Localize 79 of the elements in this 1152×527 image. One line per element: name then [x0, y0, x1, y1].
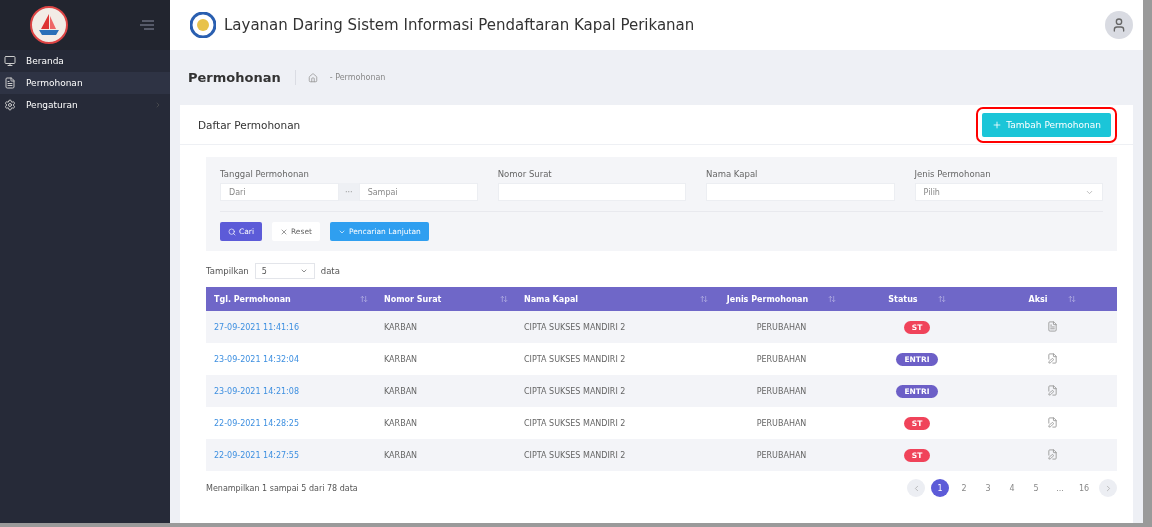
page-button[interactable]: 1 — [931, 479, 949, 497]
breadcrumb: - Permohonan — [329, 73, 386, 82]
date-link[interactable]: 23-09-2021 14:21:08 — [214, 386, 299, 396]
field-label: Nomor Surat — [497, 169, 553, 179]
field-label: Tanggal Permohonan — [220, 169, 310, 179]
column-header[interactable]: Tgl. Permohonan — [206, 287, 376, 311]
table-cell: PERUBAHAN — [716, 407, 847, 439]
page-button[interactable]: 4 — [1003, 479, 1021, 497]
page-button[interactable]: ... — [1051, 479, 1069, 497]
document-icon[interactable] — [1046, 320, 1058, 332]
edit-icon[interactable] — [1046, 416, 1058, 428]
sidebar-item[interactable]: Beranda — [0, 50, 170, 72]
field-label: Nama Kapal — [706, 169, 759, 179]
app-title: Layanan Daring Sistem Informasi Pendaftaran Kapal Perikanan — [224, 16, 696, 34]
date-link[interactable]: 23-09-2021 14:32:04 — [214, 354, 299, 364]
page-size-select[interactable]: 5 — [254, 263, 315, 279]
field-label: Jenis Permohonan — [914, 169, 992, 179]
page-button[interactable]: 3 — [979, 479, 997, 497]
sort-icon — [937, 295, 946, 303]
edit-icon[interactable] — [1046, 384, 1058, 396]
page-button[interactable]: 2 — [955, 479, 973, 497]
card-title: Daftar Permohonan — [198, 118, 301, 131]
table-cell: KARBAN — [376, 407, 516, 439]
date-from-field[interactable]: Dari — [220, 183, 339, 201]
monitor-icon — [4, 55, 16, 67]
table-cell: KARBAN — [376, 343, 516, 375]
sidebar-item[interactable]: Pengaturan — [0, 94, 170, 116]
date-link[interactable]: 27-09-2021 11:41:16 — [214, 322, 299, 332]
table-cell: PERUBAHAN — [716, 375, 847, 407]
date-link[interactable]: 22-09-2021 14:28:25 — [214, 418, 299, 428]
table-cell: CIPTA SUKSES MANDIRI 2 — [516, 343, 716, 375]
table-cell: PERUBAHAN — [716, 311, 847, 343]
table-cell: CIPTA SUKSES MANDIRI 2 — [516, 407, 716, 439]
table-cell: CIPTA SUKSES MANDIRI 2 — [516, 375, 716, 407]
plus-icon — [992, 119, 1003, 130]
chevron-icon — [299, 267, 308, 275]
home-icon[interactable] — [307, 72, 318, 83]
date-link[interactable]: 22-09-2021 14:27:55 — [214, 450, 299, 460]
sort-icon — [360, 295, 368, 303]
person-icon — [1111, 17, 1127, 33]
table-cell: KARBAN — [376, 439, 516, 471]
column-header[interactable]: Aksi — [987, 287, 1117, 311]
column-header[interactable]: Jenis Permohonan — [716, 287, 847, 311]
column-header[interactable]: Nama Kapal — [516, 287, 716, 311]
table-cell: KARBAN — [376, 375, 516, 407]
page-title: Permohonan — [188, 70, 296, 85]
settings-icon — [4, 99, 16, 111]
sidebar-item[interactable]: Permohonan — [0, 72, 170, 94]
close-icon — [280, 227, 288, 236]
page-size-label: data — [320, 266, 340, 276]
page-size-label: Tampilkan — [206, 266, 249, 276]
avatar[interactable] — [1105, 11, 1133, 39]
page-button[interactable]: 5 — [1027, 479, 1045, 497]
sort-icon — [500, 295, 508, 303]
emblem-icon — [190, 12, 216, 38]
column-header[interactable]: Nomor Surat — [376, 287, 516, 311]
edit-icon[interactable] — [1046, 352, 1058, 364]
search-icon — [228, 227, 236, 236]
sort-icon — [1067, 295, 1076, 303]
table-summary: Menampilkan 1 sampai 5 dari 78 data — [206, 483, 358, 493]
table-cell: CIPTA SUKSES MANDIRI 2 — [516, 311, 716, 343]
edit-icon[interactable] — [1046, 448, 1058, 460]
table-cell: PERUBAHAN — [716, 343, 847, 375]
logo-icon — [30, 6, 68, 44]
table-cell: CIPTA SUKSES MANDIRI 2 — [516, 439, 716, 471]
next-page-button[interactable] — [1099, 479, 1117, 497]
select-field[interactable]: Pilih — [914, 183, 1103, 201]
add-button[interactable]: Tambah Permohonan — [982, 112, 1111, 137]
column-header[interactable]: Status — [847, 287, 987, 311]
document-icon — [4, 77, 16, 89]
sort-icon — [828, 295, 837, 303]
sort-icon — [700, 295, 708, 303]
table-cell: PERUBAHAN — [716, 439, 847, 471]
date-to-field[interactable]: Sampai — [358, 183, 478, 201]
table-cell: KARBAN — [376, 311, 516, 343]
menu-icon[interactable] — [140, 20, 154, 30]
page-button[interactable]: 16 — [1075, 479, 1093, 497]
previous-page-button[interactable] — [907, 479, 925, 497]
date-separator: ··· — [339, 183, 359, 201]
